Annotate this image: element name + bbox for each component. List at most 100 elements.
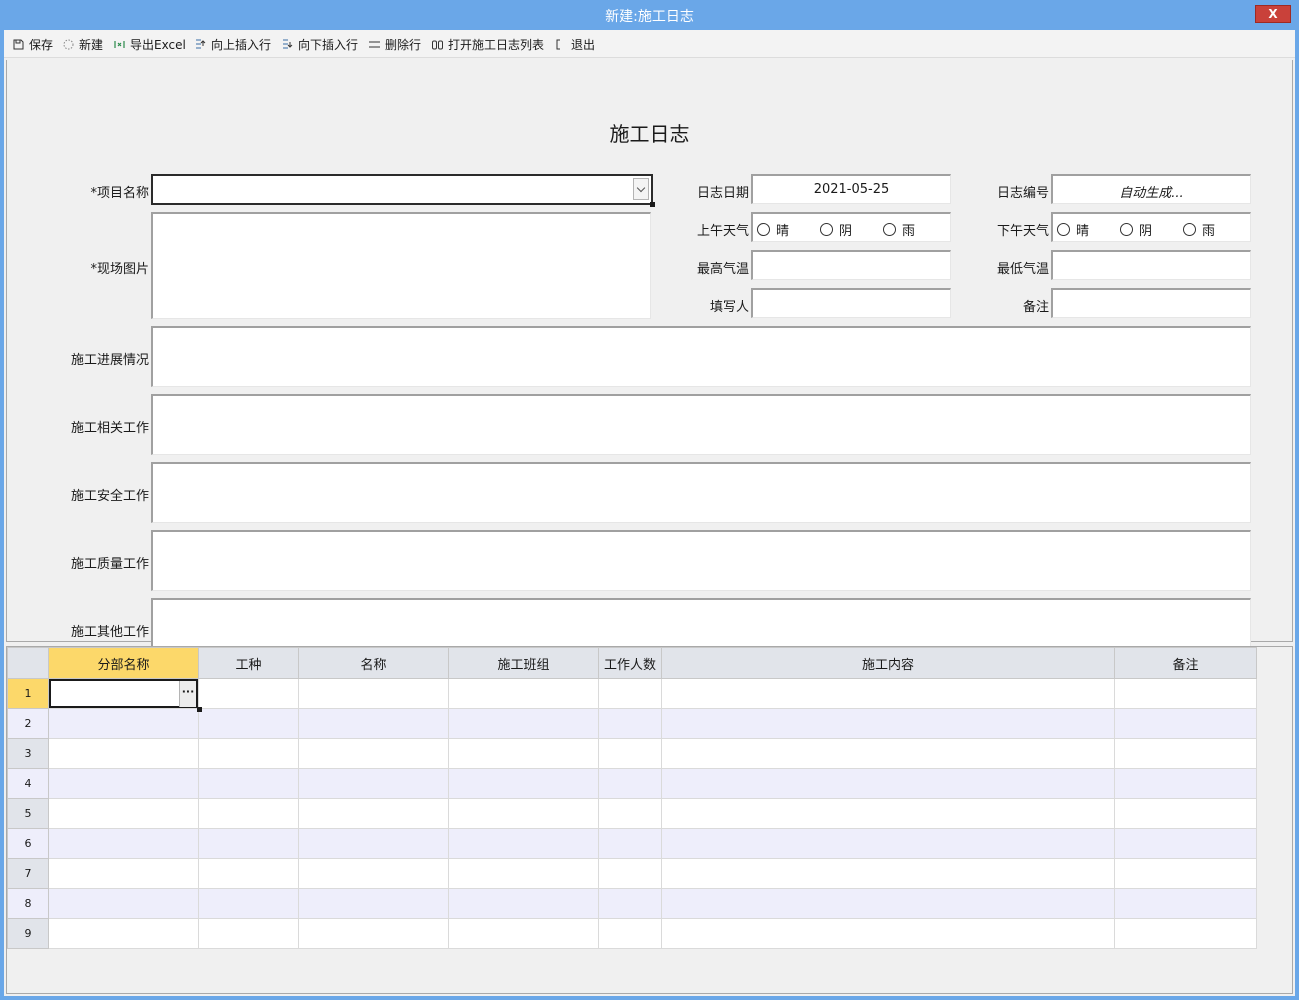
grid-cell[interactable] [48, 918, 199, 949]
grid-cell[interactable] [598, 738, 662, 769]
related-work-textarea[interactable] [151, 394, 1251, 455]
grid-cell[interactable] [48, 708, 199, 739]
grid-cell[interactable] [448, 768, 599, 799]
ellipsis-button[interactable]: ··· [179, 681, 196, 707]
grid-cell[interactable] [198, 768, 299, 799]
grid-cell[interactable] [598, 828, 662, 859]
row-number[interactable]: 4 [7, 768, 49, 799]
insert-above-button[interactable]: 向上插入行 [194, 35, 271, 53]
grid-cell[interactable] [1114, 888, 1257, 919]
grid-cell[interactable] [298, 678, 449, 709]
am-weather-sunny[interactable]: 晴 [757, 220, 789, 239]
column-header-name[interactable]: 名称 [298, 647, 449, 679]
grid-cell[interactable] [298, 858, 449, 889]
grid-cell[interactable] [1114, 858, 1257, 889]
max-temp-field[interactable] [751, 250, 951, 280]
new-button[interactable]: 新建 [62, 35, 103, 53]
am-weather-cloudy[interactable]: 阴 [820, 220, 852, 239]
grid-cell[interactable] [661, 858, 1115, 889]
site-photo-box[interactable] [151, 212, 651, 319]
grid-cell[interactable] [661, 768, 1115, 799]
grid-cell[interactable] [1114, 918, 1257, 949]
column-header-section-name[interactable]: 分部名称 [48, 647, 199, 679]
grid-cell[interactable] [1114, 828, 1257, 859]
grid-cell[interactable] [48, 738, 199, 769]
pm-weather-cloudy[interactable]: 阴 [1120, 220, 1152, 239]
grid-cell[interactable] [598, 708, 662, 739]
column-header-trade[interactable]: 工种 [198, 647, 299, 679]
row-number[interactable]: 6 [7, 828, 49, 859]
grid-cell[interactable] [198, 918, 299, 949]
row-number[interactable]: 3 [7, 738, 49, 769]
grid-cell[interactable] [198, 798, 299, 829]
pm-weather-rain[interactable]: 雨 [1183, 220, 1215, 239]
exit-button[interactable]: 退出 [554, 35, 595, 53]
export-excel-button[interactable]: 导出Excel [113, 35, 186, 53]
grid-cell[interactable] [448, 708, 599, 739]
grid-cell[interactable] [1114, 708, 1257, 739]
grid-cell[interactable] [661, 708, 1115, 739]
chevron-down-icon[interactable] [633, 178, 649, 200]
grid-cell[interactable] [1114, 798, 1257, 829]
grid-cell[interactable] [198, 828, 299, 859]
grid-cell[interactable] [48, 768, 199, 799]
grid-cell[interactable] [661, 888, 1115, 919]
grid-cell[interactable] [598, 918, 662, 949]
column-header-content[interactable]: 施工内容 [661, 647, 1115, 679]
safety-work-textarea[interactable] [151, 462, 1251, 523]
pm-weather-sunny[interactable]: 晴 [1057, 220, 1089, 239]
min-temp-field[interactable] [1051, 250, 1251, 280]
fill-handle[interactable] [197, 707, 202, 712]
grid-cell[interactable] [1114, 678, 1257, 709]
column-header-team[interactable]: 施工班组 [448, 647, 599, 679]
project-name-combobox[interactable] [151, 174, 655, 207]
grid-cell[interactable] [198, 738, 299, 769]
grid-cell[interactable] [298, 918, 449, 949]
grid-cell[interactable] [298, 828, 449, 859]
grid-cell[interactable] [448, 858, 599, 889]
grid-cell[interactable] [298, 888, 449, 919]
grid-cell[interactable] [598, 858, 662, 889]
quality-work-textarea[interactable] [151, 530, 1251, 591]
remark-field[interactable] [1051, 288, 1251, 318]
row-number[interactable]: 5 [7, 798, 49, 829]
log-date-field[interactable]: 2021-05-25 [751, 174, 951, 204]
grid-cell[interactable] [48, 888, 199, 919]
grid-cell[interactable] [198, 678, 299, 709]
grid-cell[interactable] [298, 798, 449, 829]
grid-cell[interactable] [448, 798, 599, 829]
grid-cell[interactable] [198, 858, 299, 889]
row-number[interactable]: 1 [7, 678, 49, 709]
column-header-remark[interactable]: 备注 [1114, 647, 1257, 679]
delete-row-button[interactable]: 删除行 [368, 35, 421, 53]
insert-below-button[interactable]: 向下插入行 [281, 35, 358, 53]
grid-cell-active[interactable]: ··· [48, 678, 202, 712]
row-number[interactable]: 2 [7, 708, 49, 739]
close-button[interactable]: X [1255, 5, 1291, 23]
grid-cell[interactable] [198, 888, 299, 919]
grid-cell[interactable] [448, 678, 599, 709]
grid-cell[interactable] [598, 798, 662, 829]
cell-editor[interactable]: ··· [49, 679, 198, 708]
open-log-list-button[interactable]: 打开施工日志列表 [431, 35, 544, 53]
grid-cell[interactable] [661, 828, 1115, 859]
writer-field[interactable] [751, 288, 951, 318]
grid-cell[interactable] [598, 768, 662, 799]
grid-cell[interactable] [661, 918, 1115, 949]
row-number[interactable]: 7 [7, 858, 49, 889]
column-header-headcount[interactable]: 工作人数 [598, 647, 662, 679]
row-number[interactable]: 9 [7, 918, 49, 949]
row-number[interactable]: 8 [7, 888, 49, 919]
grid-cell[interactable] [448, 738, 599, 769]
am-weather-rain[interactable]: 雨 [883, 220, 915, 239]
grid-cell[interactable] [661, 738, 1115, 769]
grid-cell[interactable] [1114, 768, 1257, 799]
grid-cell[interactable] [448, 828, 599, 859]
grid-cell[interactable] [48, 858, 199, 889]
progress-textarea[interactable] [151, 326, 1251, 387]
grid-cell[interactable] [661, 798, 1115, 829]
grid-cell[interactable] [598, 888, 662, 919]
grid-cell[interactable] [48, 828, 199, 859]
grid-cell[interactable] [198, 708, 299, 739]
grid-cell[interactable] [1114, 738, 1257, 769]
